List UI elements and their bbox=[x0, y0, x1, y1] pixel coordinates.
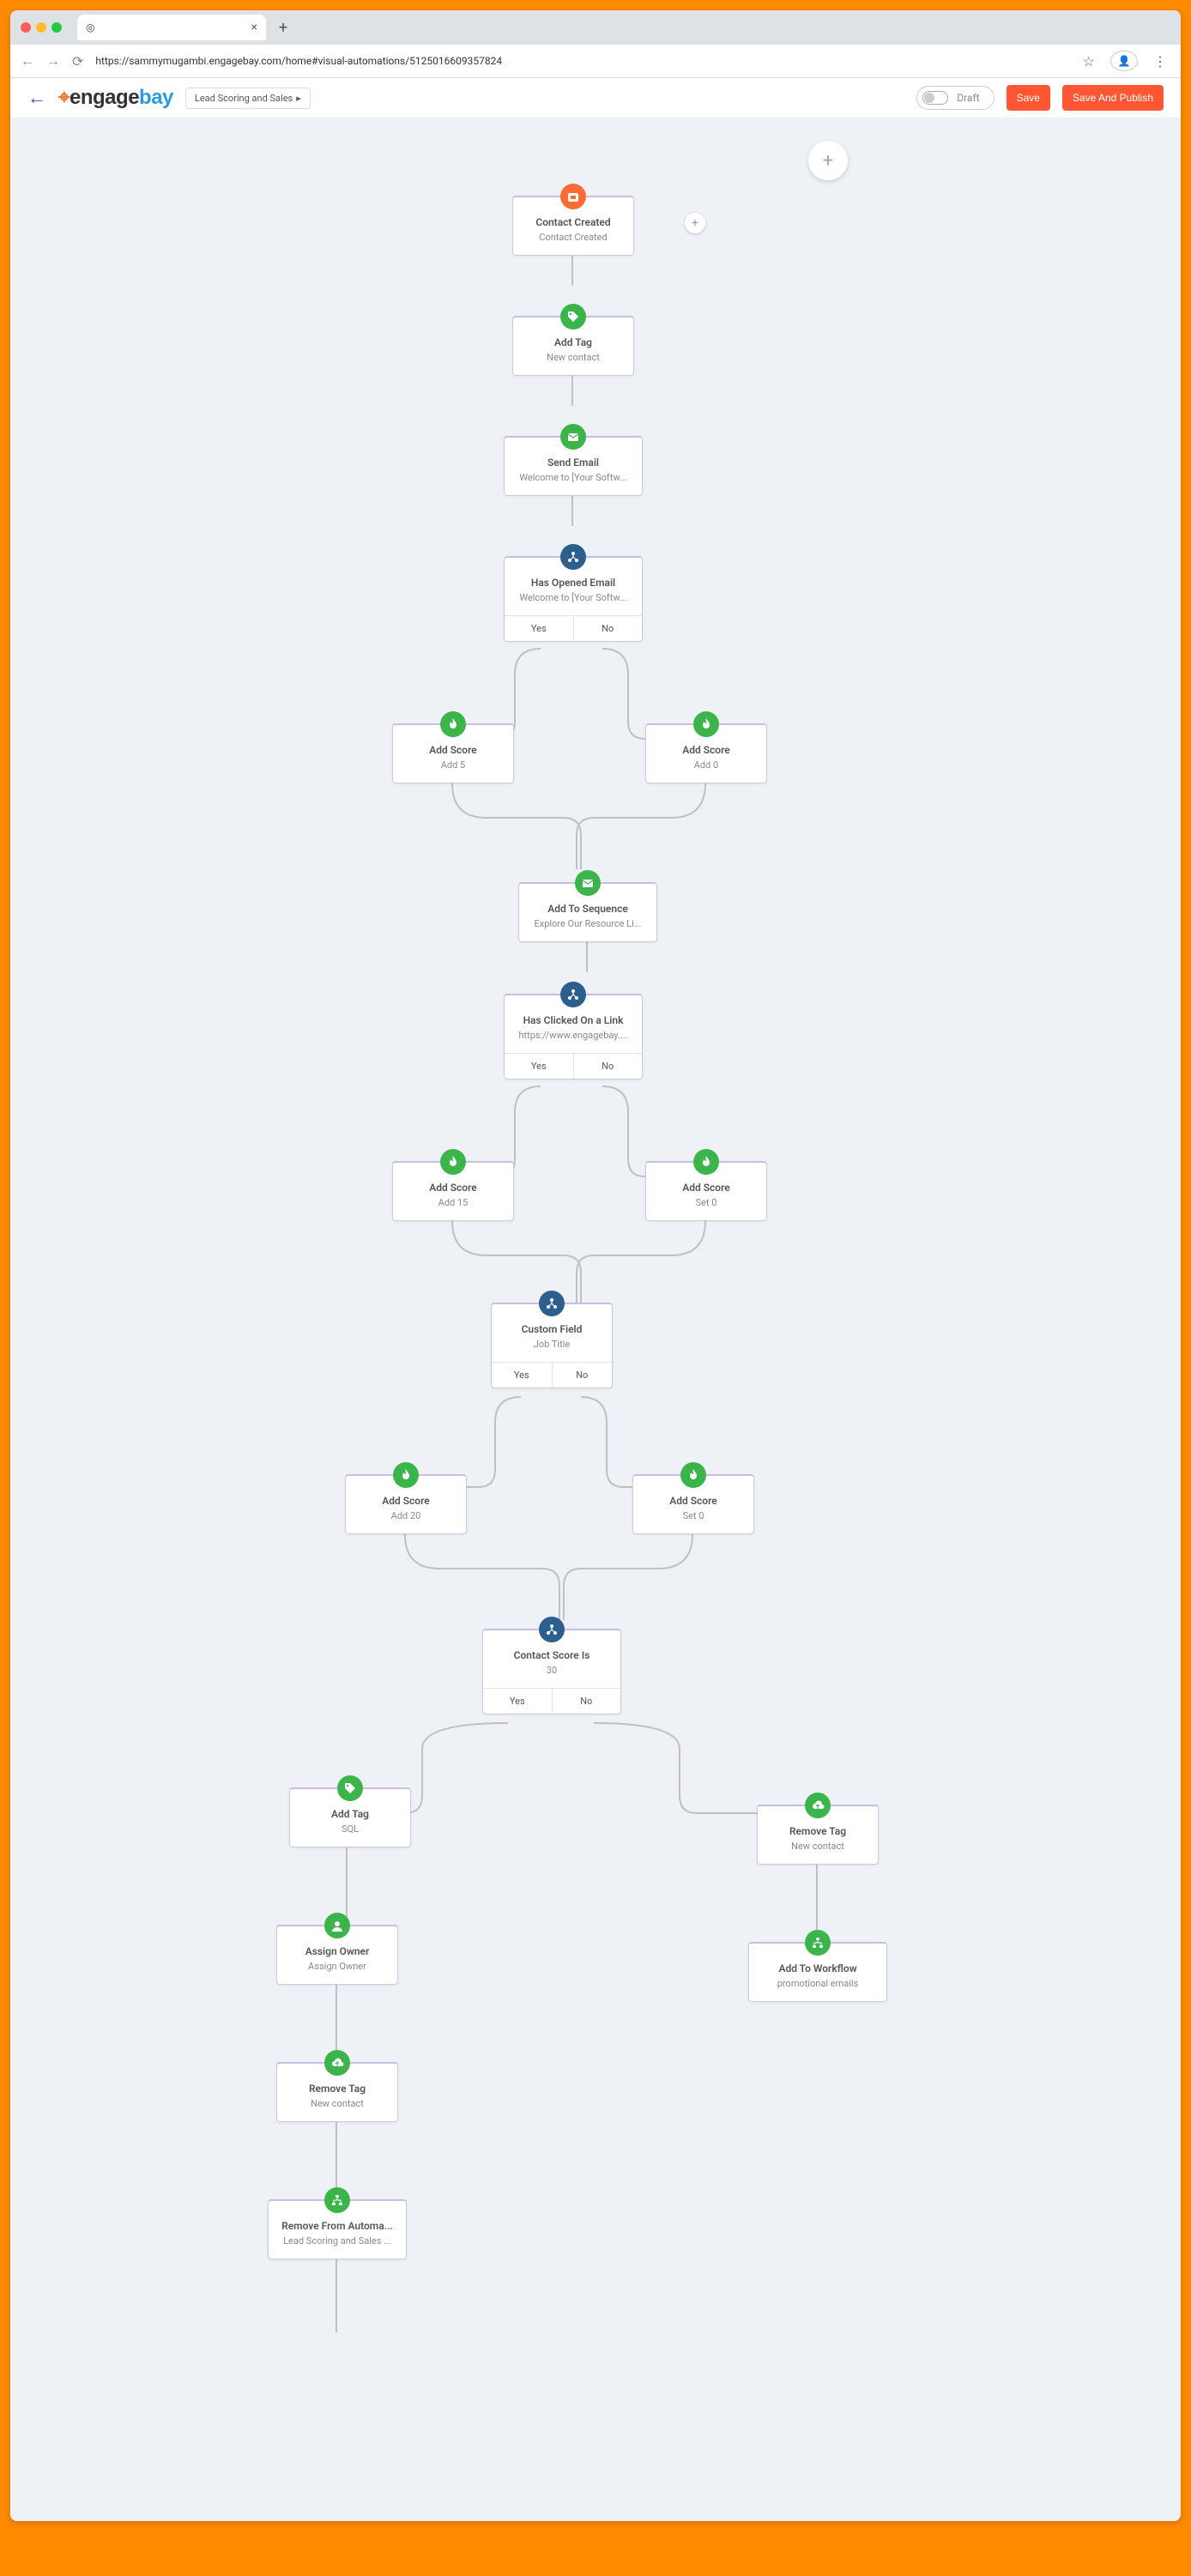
minimize-dot-icon[interactable] bbox=[36, 22, 46, 33]
node-contact-created[interactable]: Contact Created Contact Created bbox=[512, 196, 634, 256]
engagebay-logo[interactable]: ⌖engagebay bbox=[58, 86, 173, 110]
split-icon bbox=[539, 1291, 565, 1316]
node-custom-field[interactable]: Custom Field Job Title YesNo bbox=[491, 1303, 613, 1388]
fire-icon bbox=[440, 1149, 466, 1175]
new-tab-button[interactable]: + bbox=[273, 17, 293, 38]
mail-icon bbox=[560, 424, 586, 450]
node-has-opened-email[interactable]: Has Opened Email Welcome to [Your Softw.… bbox=[504, 556, 643, 642]
app-header: ← ⌖engagebay Lead Scoring and Sales ▸ Dr… bbox=[10, 78, 1181, 118]
nav-back-icon[interactable]: ← bbox=[21, 52, 34, 70]
fire-icon bbox=[393, 1462, 419, 1488]
node-has-clicked-link[interactable]: Has Clicked On a Link https://www.engage… bbox=[504, 994, 643, 1079]
branch-no[interactable]: No bbox=[553, 1689, 621, 1714]
nav-forward-icon[interactable]: → bbox=[46, 52, 60, 70]
node-add-to-sequence[interactable]: Add To Sequence Explore Our Resource Li.… bbox=[518, 882, 657, 942]
node-add-score-set0[interactable]: Add Score Set 0 bbox=[645, 1161, 767, 1221]
draft-toggle[interactable]: Draft bbox=[916, 86, 994, 110]
node-add-to-workflow[interactable]: Add To Workflow promotional emails bbox=[748, 1942, 887, 2002]
tag-icon bbox=[337, 1775, 363, 1801]
node-add-tag[interactable]: Add Tag New contact bbox=[512, 316, 634, 376]
node-add-tag-sql[interactable]: Add Tag SQL bbox=[289, 1787, 411, 1847]
browser-tabstrip: ◎ × + bbox=[10, 10, 1181, 45]
node-assign-owner[interactable]: Assign Owner Assign Owner bbox=[276, 1925, 398, 1985]
node-contact-score-is[interactable]: Contact Score Is 30 YesNo bbox=[482, 1629, 621, 1714]
fire-icon bbox=[440, 711, 466, 737]
logo-icon: ⌖ bbox=[58, 86, 70, 109]
automation-canvas[interactable]: + + bbox=[10, 118, 1181, 2521]
tab-favicon-icon: ◎ bbox=[86, 21, 94, 33]
node-remove-from-automation[interactable]: Remove From Automa... Lead Scoring and S… bbox=[268, 2199, 407, 2259]
close-tab-icon[interactable]: × bbox=[251, 21, 257, 34]
browser-tab[interactable]: ◎ × bbox=[77, 15, 266, 40]
window-controls[interactable] bbox=[21, 22, 62, 33]
profile-icon[interactable]: 👤 bbox=[1110, 51, 1138, 71]
fire-icon bbox=[693, 1149, 719, 1175]
workflow-icon bbox=[805, 1930, 831, 1956]
branch-no[interactable]: No bbox=[574, 616, 643, 641]
chevron-right-icon: ▸ bbox=[296, 93, 301, 104]
mail-icon bbox=[575, 870, 601, 896]
save-button[interactable]: Save bbox=[1007, 85, 1050, 111]
branch-no[interactable]: No bbox=[574, 1054, 643, 1079]
node-add-score-15[interactable]: Add Score Add 15 bbox=[392, 1161, 514, 1221]
branch-no[interactable]: No bbox=[553, 1363, 613, 1388]
tag-icon bbox=[560, 304, 586, 330]
split-icon bbox=[560, 982, 586, 1007]
node-remove-tag[interactable]: Remove Tag New contact bbox=[757, 1805, 879, 1865]
user-icon bbox=[324, 1913, 350, 1938]
toggle-icon[interactable] bbox=[922, 91, 948, 105]
node-add-score-5[interactable]: Add Score Add 5 bbox=[392, 723, 514, 783]
split-icon bbox=[539, 1617, 565, 1642]
maximize-dot-icon[interactable] bbox=[51, 22, 62, 33]
workflow-icon bbox=[324, 2187, 350, 2213]
fire-icon bbox=[680, 1462, 706, 1488]
contact-icon bbox=[560, 184, 586, 209]
split-icon bbox=[560, 544, 586, 570]
nav-reload-icon[interactable]: ⟳ bbox=[72, 53, 83, 70]
cloud-icon bbox=[805, 1793, 831, 1818]
automation-name[interactable]: Lead Scoring and Sales ▸ bbox=[185, 88, 311, 109]
browser-url-bar: ← → ⟳ https://sammymugambi.engagebay.com… bbox=[10, 45, 1181, 78]
bookmark-icon[interactable]: ☆ bbox=[1079, 53, 1098, 70]
save-and-publish-button[interactable]: Save And Publish bbox=[1062, 85, 1164, 111]
node-add-score-set0b[interactable]: Add Score Set 0 bbox=[632, 1474, 754, 1534]
node-remove-tag-newcontact[interactable]: Remove Tag New contact bbox=[276, 2062, 398, 2122]
node-add-score-20[interactable]: Add Score Add 20 bbox=[345, 1474, 467, 1534]
branch-yes[interactable]: Yes bbox=[505, 616, 574, 641]
branch-yes[interactable]: Yes bbox=[492, 1363, 553, 1388]
address-input[interactable]: https://sammymugambi.engagebay.com/home#… bbox=[95, 55, 1067, 67]
close-dot-icon[interactable] bbox=[21, 22, 31, 33]
branch-yes[interactable]: Yes bbox=[483, 1689, 553, 1714]
menu-icon[interactable]: ⋮ bbox=[1150, 53, 1170, 70]
node-send-email[interactable]: Send Email Welcome to [Your Softw... bbox=[504, 436, 643, 496]
node-add-score-0[interactable]: Add Score Add 0 bbox=[645, 723, 767, 783]
cloud-icon bbox=[324, 2050, 350, 2076]
branch-yes[interactable]: Yes bbox=[505, 1054, 574, 1079]
back-arrow-icon[interactable]: ← bbox=[27, 87, 46, 109]
fire-icon bbox=[693, 711, 719, 737]
